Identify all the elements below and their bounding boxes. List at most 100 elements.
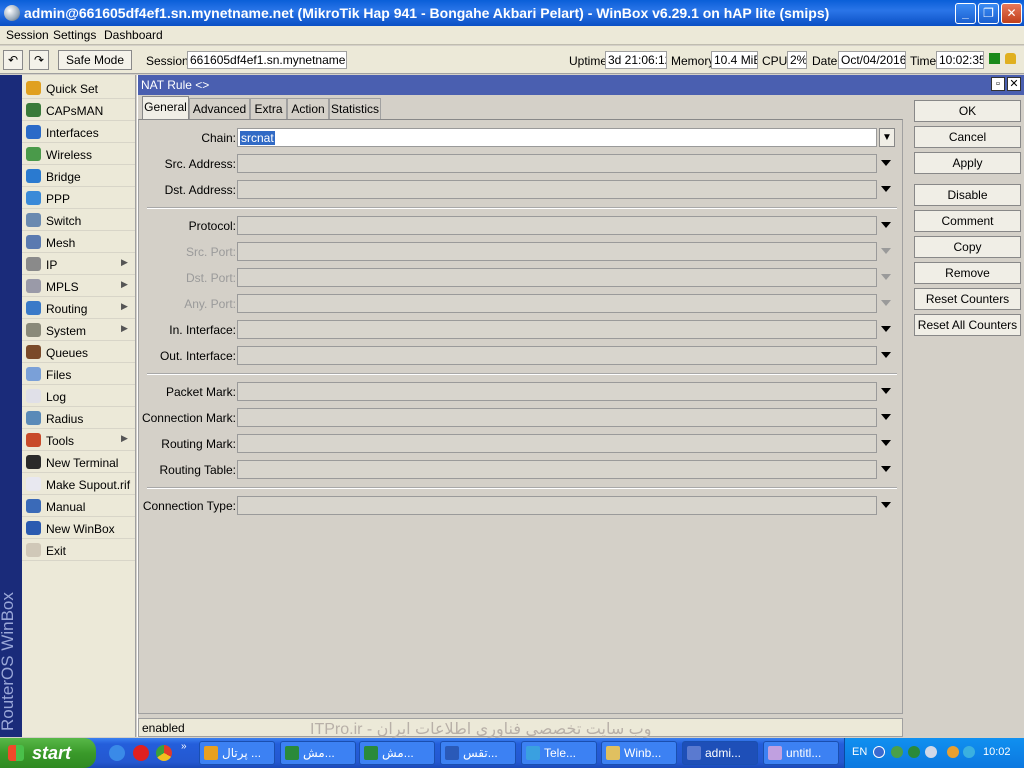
sidebar-item-manual[interactable]: Manual bbox=[22, 495, 135, 517]
volume-icon[interactable] bbox=[963, 746, 975, 758]
undo-button[interactable]: ↶ bbox=[3, 50, 23, 70]
tab-general[interactable]: General bbox=[142, 96, 189, 120]
protocol-dropdown-icon[interactable] bbox=[881, 222, 891, 228]
in-interface-input[interactable] bbox=[237, 320, 877, 339]
redo-button[interactable]: ↷ bbox=[29, 50, 49, 70]
remove-button[interactable]: Remove bbox=[914, 262, 1021, 284]
in-interface-dropdown-icon[interactable] bbox=[881, 326, 891, 332]
tray-device-icon[interactable] bbox=[925, 746, 937, 758]
sidebar-item-new-winbox[interactable]: New WinBox bbox=[22, 517, 135, 539]
start-button[interactable]: start bbox=[0, 738, 96, 768]
sidebar-item-wireless[interactable]: Wireless bbox=[22, 143, 135, 165]
sidebar-item-files[interactable]: Files bbox=[22, 363, 135, 385]
sidebar-item-new-terminal[interactable]: New Terminal bbox=[22, 451, 135, 473]
chrome-icon[interactable] bbox=[156, 745, 172, 761]
tab-advanced[interactable]: Advanced bbox=[189, 98, 250, 119]
taskbar-task-button[interactable]: مش... bbox=[359, 741, 435, 765]
taskbar-task-button[interactable]: پرتال ... bbox=[199, 741, 275, 765]
sidebar-item-quick-set[interactable]: Quick Set bbox=[22, 77, 135, 99]
routing-mark-dropdown-icon[interactable] bbox=[881, 440, 891, 446]
sidebar-item-capsman[interactable]: CAPsMAN bbox=[22, 99, 135, 121]
menu-settings[interactable]: Settings bbox=[53, 28, 96, 42]
apply-button[interactable]: Apply bbox=[914, 152, 1021, 174]
src-address-dropdown-icon[interactable] bbox=[881, 160, 891, 166]
protocol-input[interactable] bbox=[237, 216, 877, 235]
sidebar-item-bridge[interactable]: Bridge bbox=[22, 165, 135, 187]
comment-button[interactable]: Comment bbox=[914, 210, 1021, 232]
tray-security-icon[interactable] bbox=[947, 746, 959, 758]
sidebar-item-mpls[interactable]: MPLS ▶ bbox=[22, 275, 135, 297]
chain-label: Chain: bbox=[201, 131, 236, 145]
sidebar-item-label: Mesh bbox=[46, 236, 76, 250]
sidebar-item-system[interactable]: System ▶ bbox=[22, 319, 135, 341]
sidebar-item-ppp[interactable]: PPP bbox=[22, 187, 135, 209]
language-indicator[interactable]: EN bbox=[852, 746, 867, 758]
routing-table-dropdown-icon[interactable] bbox=[881, 466, 891, 472]
close-button[interactable]: ✕ bbox=[1001, 3, 1022, 24]
ok-button[interactable]: OK bbox=[914, 100, 1021, 122]
maximize-button[interactable]: ❐ bbox=[978, 3, 999, 24]
chain-input[interactable]: srcnat bbox=[237, 128, 877, 147]
reset-all-counters-button[interactable]: Reset All Counters bbox=[914, 314, 1021, 336]
connection-mark-dropdown-icon[interactable] bbox=[881, 414, 891, 420]
packet-mark-dropdown-icon[interactable] bbox=[881, 388, 891, 394]
menu-session[interactable]: Session bbox=[6, 28, 49, 42]
src-address-input[interactable] bbox=[237, 154, 877, 173]
out-interface-label: Out. Interface: bbox=[159, 349, 236, 363]
sidebar-item-mesh[interactable]: Mesh bbox=[22, 231, 135, 253]
sidebar-item-exit[interactable]: Exit bbox=[22, 539, 135, 561]
dst-address-dropdown-icon[interactable] bbox=[881, 186, 891, 192]
opera-icon[interactable] bbox=[133, 745, 149, 761]
sidebar-item-routing[interactable]: Routing ▶ bbox=[22, 297, 135, 319]
tab-extra[interactable]: Extra bbox=[250, 98, 287, 119]
connection-type-input[interactable] bbox=[237, 496, 877, 515]
connection-type-dropdown-icon[interactable] bbox=[881, 502, 891, 508]
src-port-input bbox=[237, 242, 877, 261]
dst-port-row: Dst. Port: bbox=[139, 268, 904, 288]
menu-dashboard[interactable]: Dashboard bbox=[104, 28, 163, 42]
window-close-icon[interactable]: ✕ bbox=[1007, 77, 1021, 91]
taskbar-task-button[interactable]: admi... bbox=[682, 741, 758, 765]
routing-mark-input[interactable] bbox=[237, 434, 877, 453]
sidebar-item-switch[interactable]: Switch bbox=[22, 209, 135, 231]
out-interface-input[interactable] bbox=[237, 346, 877, 365]
disable-button[interactable]: Disable bbox=[914, 184, 1021, 206]
reset-counters-button[interactable]: Reset Counters bbox=[914, 288, 1021, 310]
sidebar-item-tools[interactable]: Tools ▶ bbox=[22, 429, 135, 451]
dst-address-input[interactable] bbox=[237, 180, 877, 199]
out-interface-dropdown-icon[interactable] bbox=[881, 352, 891, 358]
sidebar-item-queues[interactable]: Queues bbox=[22, 341, 135, 363]
more-quicklaunch-icon[interactable]: » bbox=[181, 741, 187, 752]
bridge-icon bbox=[26, 169, 41, 183]
taskbar-task-button[interactable]: Tele... bbox=[521, 741, 597, 765]
general-tab-panel: Chain: srcnat ▼ Src. Address: Dst. Addre… bbox=[138, 119, 903, 714]
ie-icon[interactable] bbox=[109, 745, 125, 761]
taskbar-task-button[interactable]: Winb... bbox=[601, 741, 677, 765]
sidebar-item-ip[interactable]: IP ▶ bbox=[22, 253, 135, 275]
packet-mark-input[interactable] bbox=[237, 382, 877, 401]
tab-action[interactable]: Action bbox=[287, 98, 329, 119]
tray-arrow-icon[interactable] bbox=[873, 746, 885, 758]
chain-dropdown-icon[interactable]: ▼ bbox=[879, 128, 895, 147]
sidebar-item-log[interactable]: Log bbox=[22, 385, 135, 407]
submenu-arrow-icon: ▶ bbox=[121, 301, 128, 311]
taskbar-task-button[interactable]: تقس... bbox=[440, 741, 516, 765]
sidebar-item-radius[interactable]: Radius bbox=[22, 407, 135, 429]
cancel-button[interactable]: Cancel bbox=[914, 126, 1021, 148]
sidebar-item-make-supout-rif[interactable]: Make Supout.rif bbox=[22, 473, 135, 495]
sidebar-item-interfaces[interactable]: Interfaces bbox=[22, 121, 135, 143]
tab-statistics[interactable]: Statistics bbox=[329, 98, 381, 119]
uptime-value: 3d 21:06:12 bbox=[605, 51, 667, 69]
connection-mark-input[interactable] bbox=[237, 408, 877, 427]
taskbar-task-button[interactable]: untitl... bbox=[763, 741, 839, 765]
routing-table-input[interactable] bbox=[237, 460, 877, 479]
tray-app-icon[interactable] bbox=[908, 746, 920, 758]
taskbar-task-button[interactable]: مش... bbox=[280, 741, 356, 765]
safe-mode-button[interactable]: Safe Mode bbox=[58, 50, 132, 70]
network-icon[interactable] bbox=[891, 746, 903, 758]
sidebar-item-label: Queues bbox=[46, 346, 89, 360]
minimize-button[interactable]: _ bbox=[955, 3, 976, 24]
window-restore-icon[interactable]: ▫ bbox=[991, 77, 1005, 91]
copy-button[interactable]: Copy bbox=[914, 236, 1021, 258]
protocol-label: Protocol: bbox=[188, 219, 236, 233]
